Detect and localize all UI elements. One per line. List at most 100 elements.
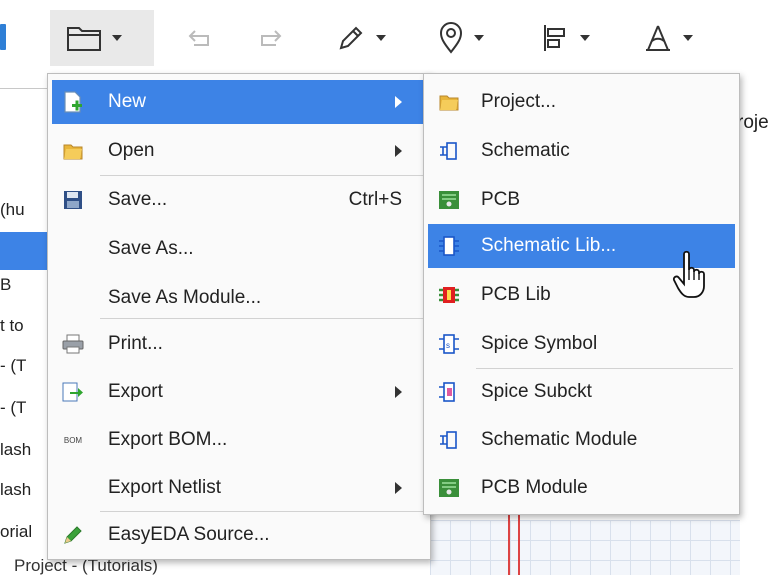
chevron-down-icon — [112, 35, 122, 41]
menu-item-label: Print... — [108, 333, 163, 354]
menu-item-label: Save As Module... — [108, 287, 262, 308]
menu-separator — [476, 368, 733, 369]
schematic-module-icon — [438, 429, 460, 451]
menu-item-label: Open — [108, 140, 155, 161]
menu-separator — [100, 318, 424, 319]
menu-item-label: New — [108, 91, 147, 112]
menu-item-save[interactable]: Save... Ctrl+S — [52, 178, 426, 222]
wire-line — [518, 510, 520, 575]
menu-item-spice-symbol[interactable]: s Spice Symbol — [428, 322, 735, 366]
schematic-lib-icon — [438, 235, 460, 257]
divider — [0, 88, 48, 89]
menu-item-label: EasyEDA Source... — [108, 524, 270, 545]
menu-item-save-as[interactable]: Save As... — [52, 227, 426, 271]
tree-item[interactable]: lash — [0, 440, 31, 460]
chevron-down-icon — [376, 35, 386, 41]
menu-item-label: Schematic — [481, 140, 570, 161]
menu-item-label: Spice Symbol — [481, 333, 598, 354]
shortcut-label: Ctrl+S — [348, 189, 402, 210]
menu-item-label: PCB Module — [481, 477, 588, 498]
toolbar — [0, 0, 771, 78]
menu-separator — [100, 175, 424, 176]
menu-item-label: PCB Lib — [481, 284, 551, 305]
undo-icon — [188, 30, 209, 46]
menu-item-pcb[interactable]: PCB — [428, 178, 735, 222]
menu-item-schematic-module[interactable]: Schematic Module — [428, 418, 735, 462]
chevron-down-icon — [580, 35, 590, 41]
export-icon — [62, 381, 84, 403]
menu-item-export-bom[interactable]: BOM Export BOM... — [52, 418, 426, 462]
redo-icon — [261, 30, 282, 46]
tree-item[interactable]: t to — [0, 316, 24, 336]
menu-item-label: Export Netlist — [108, 477, 221, 498]
menu-item-label: Export — [108, 381, 163, 402]
folder-icon — [438, 91, 460, 113]
spice-symbol-icon: s — [438, 333, 460, 355]
place-tool-button[interactable] — [438, 10, 484, 66]
spice-subckt-icon — [438, 381, 460, 403]
menu-separator — [100, 511, 424, 512]
align-left-icon — [544, 25, 565, 51]
menu-item-spice-subckt[interactable]: Spice Subckt — [428, 370, 735, 414]
file-menu: New Open Save... Ctrl+S Save As... Save … — [47, 73, 431, 560]
chevron-down-icon — [683, 35, 693, 41]
bom-icon: BOM — [63, 435, 83, 445]
folder-outline-icon — [67, 27, 101, 51]
pencil-outline-icon — [339, 26, 363, 50]
menu-item-label: Save... — [108, 189, 168, 210]
pcb-icon — [438, 477, 460, 499]
pencil-icon — [62, 524, 84, 546]
location-pin-icon — [439, 22, 463, 54]
svg-text:s: s — [446, 341, 450, 350]
menu-item-label: Schematic Module — [481, 429, 638, 450]
right-panel: roje — [735, 78, 771, 575]
measure-tool-button[interactable] — [643, 10, 693, 66]
tree-item[interactable]: - (T — [0, 356, 26, 376]
canvas-grid — [430, 520, 740, 575]
compass-icon — [646, 25, 670, 51]
wire-line — [508, 510, 510, 575]
submenu-arrow-icon — [395, 482, 402, 494]
undo-button[interactable] — [186, 10, 214, 66]
submenu-arrow-icon — [395, 96, 402, 108]
menu-item-print[interactable]: Print... — [52, 322, 426, 366]
app-logo-icon — [0, 24, 6, 50]
menu-item-pcb-module[interactable]: PCB Module — [428, 466, 735, 510]
tree-item[interactable]: lash — [0, 480, 31, 500]
menu-item-label: Project... — [481, 91, 556, 112]
tree-item[interactable]: orial — [0, 522, 32, 542]
submenu-arrow-icon — [395, 145, 402, 157]
pcb-icon — [438, 189, 460, 211]
menu-item-new[interactable]: New — [52, 80, 426, 124]
floppy-icon — [62, 189, 84, 211]
tree-item[interactable]: B — [0, 275, 11, 295]
hand-cursor-icon — [672, 250, 705, 298]
menu-item-save-as-module[interactable]: Save As Module... — [52, 276, 426, 320]
tree-item[interactable]: (hu — [0, 200, 25, 220]
menu-item-label: PCB — [481, 189, 521, 210]
tab-label[interactable]: roje — [737, 112, 769, 134]
menu-item-export-netlist[interactable]: Export Netlist — [52, 466, 426, 510]
new-doc-icon — [62, 91, 84, 113]
menu-item-schematic[interactable]: Schematic — [428, 129, 735, 173]
printer-icon — [62, 333, 84, 355]
draw-tool-button[interactable] — [336, 10, 386, 66]
menu-item-easyeda-source[interactable]: EasyEDA Source... — [52, 513, 426, 557]
menu-item-label: Spice Subckt — [481, 381, 592, 402]
chevron-down-icon — [474, 35, 484, 41]
pcb-lib-icon — [438, 284, 460, 306]
menu-item-label: Schematic Lib... — [481, 235, 617, 256]
folder-icon — [62, 140, 84, 162]
menu-item-project[interactable]: Project... — [428, 80, 735, 124]
menu-item-label: Export BOM... — [108, 429, 228, 450]
menu-item-label: Save As... — [108, 238, 194, 259]
tree-item-selected[interactable] — [0, 232, 48, 270]
menu-item-open[interactable]: Open — [52, 129, 426, 173]
submenu-arrow-icon — [395, 386, 402, 398]
tree-item[interactable]: - (T — [0, 398, 26, 418]
file-menu-button[interactable] — [50, 10, 154, 66]
schematic-icon — [438, 140, 460, 162]
align-tool-button[interactable] — [542, 10, 590, 66]
menu-item-export[interactable]: Export — [52, 370, 426, 414]
redo-button[interactable] — [256, 10, 284, 66]
